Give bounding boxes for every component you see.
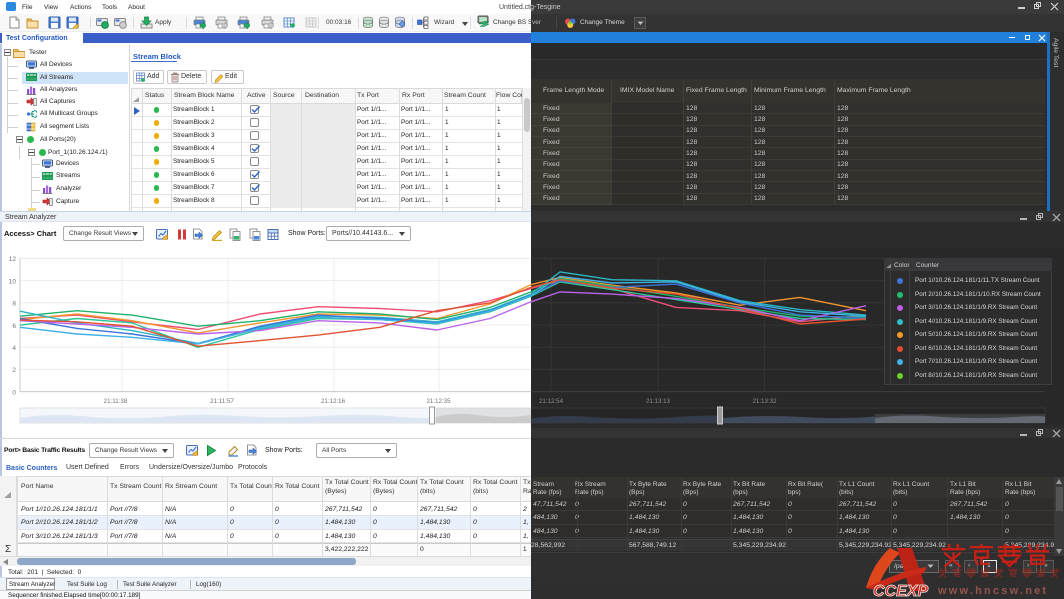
svg-text:21:13:13: 21:13:13 [646,398,671,405]
svg-text:21:13:32: 21:13:32 [752,398,777,405]
svg-text:10: 10 [9,278,17,285]
svg-text:12: 12 [9,256,17,263]
svg-text:8: 8 [12,301,16,308]
svg-text:21:12:54: 21:12:54 [539,398,564,405]
svg-text:CCEXP: CCEXP [873,583,928,599]
svg-text:21:11:57: 21:11:57 [210,398,234,405]
svg-text:21:12:16: 21:12:16 [321,398,346,405]
svg-text:21:12:35: 21:12:35 [426,398,451,405]
svg-text:4: 4 [12,345,16,352]
svg-text:21:11:38: 21:11:38 [104,398,128,405]
svg-text:0: 0 [12,389,16,396]
svg-text:6: 6 [12,323,16,330]
svg-text:www.hncsw.net: www.hncsw.net [937,585,1048,597]
svg-text:2: 2 [12,367,16,374]
